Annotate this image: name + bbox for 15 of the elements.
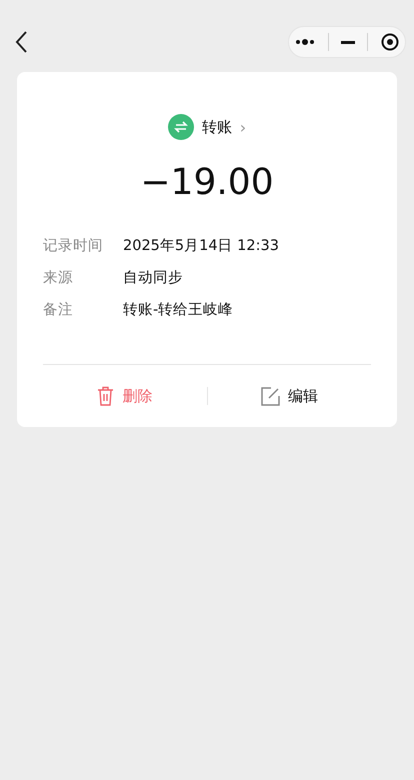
amount: −19.00 [139, 162, 275, 203]
detail-label: 备注 [43, 301, 74, 320]
more-icon[interactable] [295, 39, 316, 45]
detail-label: 来源 [43, 269, 74, 288]
detail-value: 2025年5月14日 12:33 [123, 237, 279, 256]
transfer-icon [168, 114, 194, 140]
edit-icon [260, 386, 280, 406]
edit-button[interactable]: 编辑 [208, 386, 371, 406]
category-label[interactable]: 转账 [202, 118, 232, 136]
detail-value: 自动同步 [123, 269, 183, 288]
detail-label: 记录时间 [43, 237, 104, 256]
close-icon[interactable] [380, 33, 399, 51]
trash-icon [97, 386, 114, 406]
detail-value: 转账-转给王岐峰 [123, 301, 234, 320]
minimize-icon[interactable] [340, 40, 355, 44]
